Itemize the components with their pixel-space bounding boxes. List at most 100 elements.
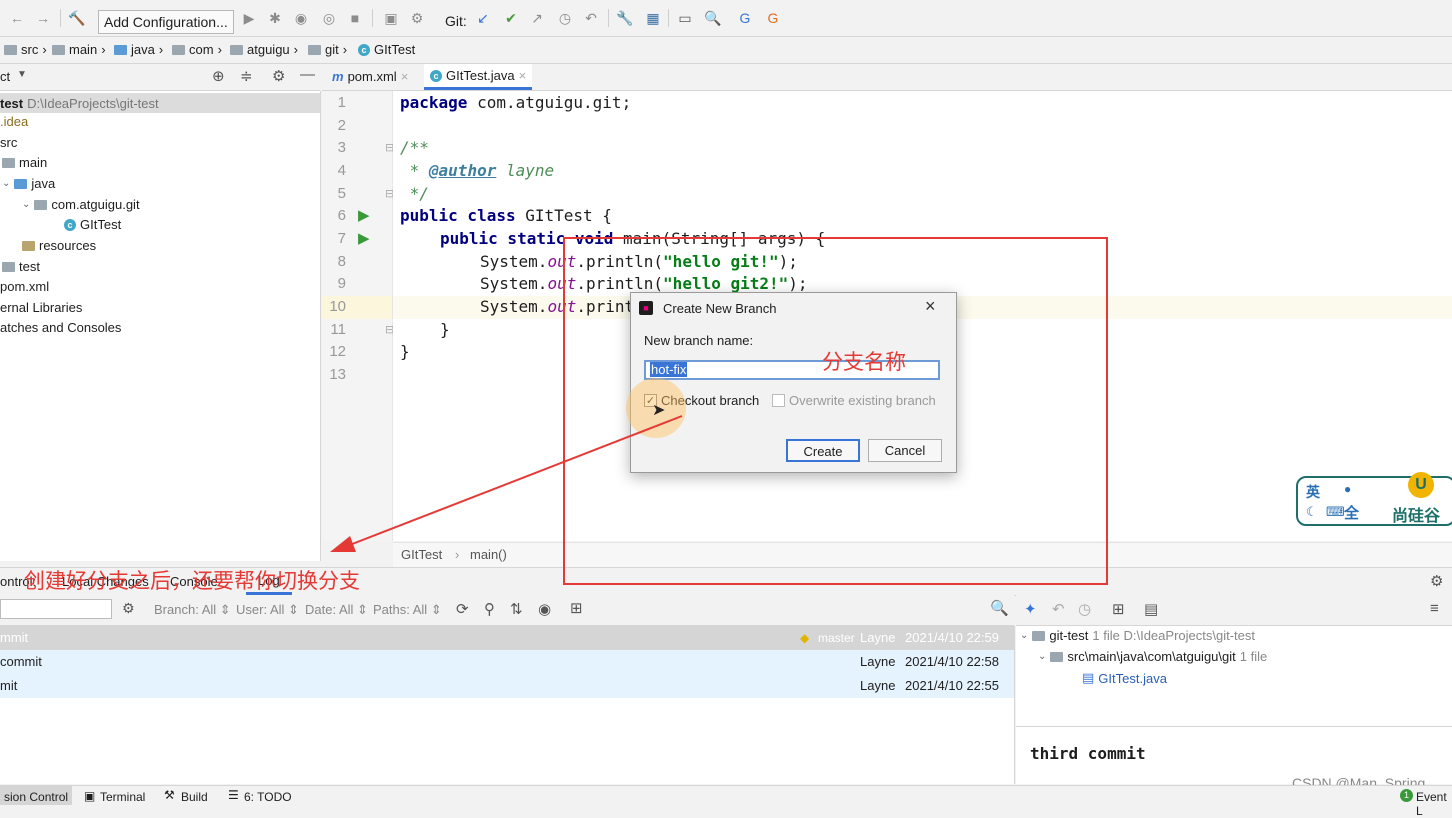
tree-node-dir[interactable]: ⌄ src\main\java\com\atguigu\git 1 file — [1038, 649, 1267, 664]
sort-arrows-icon[interactable]: ⇅ — [510, 600, 523, 618]
branch-label: master — [818, 631, 855, 645]
folder-icon — [4, 44, 17, 55]
filter-user[interactable]: User: All ⇕ — [236, 602, 299, 618]
history-clock-icon[interactable]: ◷ — [556, 9, 574, 27]
forward-icon[interactable]: → — [34, 9, 52, 27]
wrench-settings-icon[interactable]: 🔧 — [616, 9, 634, 27]
window-icon[interactable]: ▭ — [676, 9, 694, 27]
tree-node-test[interactable]: test — [2, 259, 40, 274]
close-icon[interactable]: × — [925, 296, 936, 317]
layout-icon[interactable]: ▤ — [1144, 600, 1158, 618]
gear-icon[interactable]: ⚙ — [1430, 572, 1443, 590]
tool-tab-terminal[interactable]: Terminal — [100, 790, 145, 804]
breadcrumb-atguigu[interactable]: atguigu › — [230, 42, 298, 57]
expand-icon[interactable]: ≡ — [1430, 600, 1439, 617]
chevron-down-icon: ⌄ — [1020, 630, 1029, 641]
collapse-all-icon[interactable]: ≑ — [240, 67, 253, 85]
build-hammer-icon[interactable]: 🔨 — [68, 9, 86, 27]
breadcrumb-git[interactable]: git › — [308, 42, 347, 57]
tree-node-project-root[interactable]: test D:\IdeaProjects\git-test — [0, 93, 320, 113]
tree-node-java[interactable]: ⌄ java — [2, 176, 55, 191]
run-gutter-icon[interactable]: ▶ — [358, 229, 370, 247]
tree-node-main[interactable]: main — [2, 155, 47, 170]
update-project-icon[interactable]: ▣ — [382, 9, 400, 27]
tab-gittest-java[interactable]: c GItTest.java × — [424, 63, 533, 90]
breadcrumb-src[interactable]: src › — [4, 42, 47, 57]
tree-node-resources[interactable]: resources — [22, 238, 96, 253]
back-icon[interactable]: ← — [8, 9, 26, 27]
tree-node-idea[interactable]: .idea — [0, 114, 28, 129]
tree-node-external-libraries[interactable]: ernal Libraries — [0, 300, 82, 315]
search-icon[interactable]: 🔍 — [704, 9, 722, 27]
breadcrumb-main[interactable]: main › — [52, 42, 106, 57]
close-icon[interactable]: × — [519, 63, 527, 89]
log-search-input[interactable] — [0, 599, 112, 619]
new-tab-icon[interactable]: ⊞ — [570, 599, 583, 617]
todo-list-icon[interactable]: ☰ — [228, 788, 239, 802]
tree-node-repo[interactable]: ⌄ git-test 1 file D:\IdeaProjects\git-test — [1020, 628, 1255, 643]
tree-node-package[interactable]: ⌄ com.atguigu.git — [22, 197, 140, 212]
revert-icon[interactable]: ↶ — [1052, 600, 1065, 618]
overwrite-branch-checkbox[interactable] — [772, 394, 785, 407]
translate-g2-icon[interactable]: G — [764, 9, 782, 27]
table-row[interactable]: mmit ◆ master Layne 2021/4/10 22:59 — [0, 626, 1014, 650]
refresh-icon[interactable]: ⟳ — [456, 600, 469, 618]
table-row[interactable]: mit Layne 2021/4/10 22:55 — [0, 674, 1014, 698]
table-row[interactable]: commit Layne 2021/4/10 22:58 — [0, 650, 1014, 674]
minimize-icon[interactable]: — — [300, 66, 315, 83]
changes-toolbar: ✦ ↶ ◷ ⊞ ▤ ≡ — [1016, 595, 1452, 626]
run-gutter-icon[interactable]: ▶ — [358, 206, 370, 224]
tool-tab-version-control[interactable]: sion Control — [0, 786, 73, 805]
filter-branch[interactable]: Branch: All ⇕ — [154, 602, 231, 618]
project-structure-icon[interactable]: ▦ — [644, 9, 662, 27]
breadcrumb-com[interactable]: com › — [172, 42, 222, 57]
git-commit-icon[interactable]: ✔ — [502, 9, 520, 27]
tool-tab-event-log[interactable]: Event L — [1416, 790, 1452, 818]
tool-tab-todo[interactable]: 6: TODO — [244, 790, 292, 804]
profile-icon[interactable]: ◎ — [320, 9, 338, 27]
build-hammer-icon[interactable]: ⚒ — [164, 788, 175, 802]
tree-node-pom[interactable]: pom.xml — [0, 279, 49, 294]
annotation-arrow — [330, 415, 683, 552]
tree-node-file[interactable]: ▤ GItTest.java — [1082, 670, 1167, 686]
translate-g-icon[interactable]: G — [736, 9, 754, 27]
history-clock-icon[interactable]: ◷ — [1078, 600, 1091, 618]
stop-icon[interactable]: ■ — [346, 9, 364, 27]
package-icon — [172, 44, 185, 55]
tree-node-scratches[interactable]: atches and Consoles — [0, 320, 121, 335]
rollback-icon[interactable]: ↶ — [582, 9, 600, 27]
terminal-icon[interactable]: ▣ — [84, 789, 95, 803]
tree-node-src[interactable]: src — [0, 135, 17, 150]
git-push-icon[interactable]: ↗ — [528, 9, 546, 27]
breadcrumb-class[interactable]: c GItTest — [358, 42, 415, 57]
project-panel-title[interactable]: ct — [0, 69, 10, 84]
pin-icon[interactable]: ✦ — [1024, 600, 1037, 618]
tab-pom-xml[interactable]: m pom.xml × — [326, 64, 414, 90]
breadcrumb-java[interactable]: java › — [114, 42, 163, 57]
filter-date[interactable]: Date: All ⇕ — [305, 602, 368, 618]
overwrite-branch-label[interactable]: Overwrite existing branch — [789, 393, 936, 408]
commit-message: third commit — [1030, 744, 1146, 763]
debug-icon[interactable]: ✱ — [266, 9, 284, 27]
add-configuration-button[interactable]: Add Configuration... — [98, 10, 234, 34]
run-icon[interactable]: ▶ — [240, 9, 258, 27]
filter-paths[interactable]: Paths: All ⇕ — [373, 602, 442, 618]
coverage-icon[interactable]: ◉ — [292, 9, 310, 27]
group-by-icon[interactable]: ⊞ — [1112, 600, 1125, 618]
chevron-down-icon[interactable]: ▼ — [17, 69, 27, 80]
cherry-pick-icon[interactable]: ⚲ — [484, 600, 495, 618]
search-icon[interactable]: 🔍 — [990, 599, 1009, 617]
eye-icon[interactable]: ◉ — [538, 600, 551, 618]
tool-tab-build[interactable]: Build — [181, 790, 208, 804]
gear-run-icon[interactable]: ⚙ — [408, 9, 426, 27]
close-icon[interactable]: × — [401, 64, 409, 90]
cancel-button[interactable]: Cancel — [868, 439, 942, 462]
git-update-icon[interactable]: ↙ — [474, 9, 492, 27]
gear-icon[interactable]: ⚙ — [272, 67, 285, 85]
gear-icon[interactable]: ⚙ — [122, 600, 135, 617]
create-button[interactable]: Create — [786, 439, 860, 462]
tree-node-class[interactable]: c GItTest — [64, 217, 121, 232]
line-number: 6 — [337, 207, 346, 224]
locate-target-icon[interactable]: ⊕ — [212, 67, 225, 85]
code-line: /** — [400, 138, 429, 157]
